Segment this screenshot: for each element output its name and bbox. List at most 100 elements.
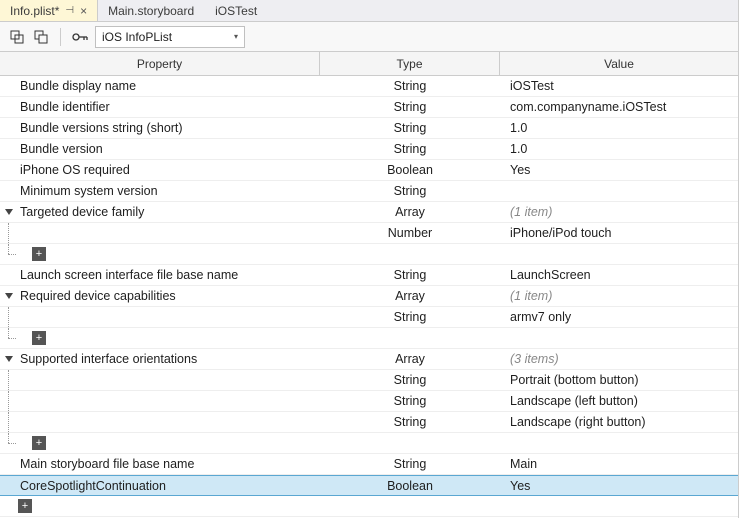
type-cell[interactable]: Boolean xyxy=(320,163,500,177)
plist-row[interactable]: iPhone OS required BooleanYes xyxy=(0,160,738,181)
value-cell[interactable]: Landscape (left button) xyxy=(500,394,738,408)
property-cell[interactable] xyxy=(0,223,320,243)
plist-row[interactable]: CoreSpotlightContinuationBooleanYes xyxy=(0,475,738,496)
collapse-toggle-icon[interactable] xyxy=(2,291,16,301)
property-cell[interactable]: + xyxy=(0,496,320,516)
property-cell[interactable] xyxy=(0,307,320,327)
plist-row[interactable]: Main storyboard file base nameStringMain xyxy=(0,454,738,475)
value-cell[interactable]: iPhone/iPod touch xyxy=(500,226,738,240)
property-cell[interactable]: + xyxy=(0,244,320,264)
type-cell[interactable]: String xyxy=(320,79,500,93)
tab-bar: Info.plist* ⊣ × Main.storyboard iOSTest xyxy=(0,0,738,22)
property-cell[interactable]: Supported interface orientations xyxy=(0,349,320,369)
key-icon[interactable] xyxy=(71,28,89,46)
property-cell[interactable]: Launch screen interface file base name xyxy=(0,265,320,285)
type-cell[interactable]: Boolean xyxy=(320,479,500,493)
value-cell[interactable]: 1.0 xyxy=(500,142,738,156)
value-cell[interactable]: (3 items) xyxy=(500,352,738,366)
type-cell[interactable]: String xyxy=(320,184,500,198)
header-property[interactable]: Property xyxy=(0,52,320,75)
type-cell[interactable]: String xyxy=(320,373,500,387)
type-cell[interactable]: String xyxy=(320,415,500,429)
close-icon[interactable]: × xyxy=(80,4,87,18)
type-cell[interactable]: String xyxy=(320,394,500,408)
property-label: iPhone OS required xyxy=(16,163,130,177)
add-row[interactable]: + xyxy=(0,328,738,349)
type-cell[interactable]: Array xyxy=(320,205,500,219)
property-cell[interactable]: Main storyboard file base name xyxy=(0,454,320,474)
plist-row[interactable]: Bundle identifierStringcom.companyname.i… xyxy=(0,97,738,118)
tab-iostest[interactable]: iOSTest xyxy=(205,0,268,21)
toolbar-separator xyxy=(60,28,61,46)
plist-row[interactable]: Supported interface orientationsArray(3 … xyxy=(0,349,738,370)
property-cell[interactable]: Bundle versions string (short) xyxy=(0,118,320,138)
add-row[interactable]: + xyxy=(0,244,738,265)
expand-all-button[interactable] xyxy=(8,28,26,46)
plist-row[interactable]: Launch screen interface file base nameSt… xyxy=(0,265,738,286)
add-item-button[interactable]: + xyxy=(18,499,32,513)
type-cell[interactable]: String xyxy=(320,100,500,114)
plist-row[interactable]: Bundle versionString1.0 xyxy=(0,139,738,160)
plist-row[interactable]: StringLandscape (left button) xyxy=(0,391,738,412)
value-cell[interactable]: armv7 only xyxy=(500,310,738,324)
property-cell[interactable] xyxy=(0,391,320,411)
type-cell[interactable]: Array xyxy=(320,352,500,366)
toolbar: iOS InfoPList ▾ xyxy=(0,22,738,52)
property-cell[interactable]: + xyxy=(0,328,320,348)
tab-main-storyboard[interactable]: Main.storyboard xyxy=(98,0,205,21)
type-cell[interactable]: Number xyxy=(320,226,500,240)
collapse-all-button[interactable] xyxy=(32,28,50,46)
value-cell[interactable]: com.companyname.iOSTest xyxy=(500,100,738,114)
value-cell[interactable]: Yes xyxy=(500,163,738,177)
plist-row[interactable]: Bundle versions string (short)String1.0 xyxy=(0,118,738,139)
add-row[interactable]: + xyxy=(0,496,738,517)
tab-info-plist[interactable]: Info.plist* ⊣ × xyxy=(0,0,98,21)
property-cell[interactable] xyxy=(0,370,320,390)
header-value[interactable]: Value xyxy=(500,52,738,75)
property-cell[interactable]: + xyxy=(0,433,320,453)
pin-icon[interactable]: ⊣ xyxy=(65,5,74,16)
value-cell[interactable]: Portrait (bottom button) xyxy=(500,373,738,387)
header-type[interactable]: Type xyxy=(320,52,500,75)
property-cell[interactable]: Bundle identifier xyxy=(0,97,320,117)
plist-row[interactable]: Bundle display nameStringiOSTest xyxy=(0,76,738,97)
value-cell[interactable]: Landscape (right button) xyxy=(500,415,738,429)
property-cell[interactable]: CoreSpotlightContinuation xyxy=(0,476,320,495)
value-cell[interactable]: 1.0 xyxy=(500,121,738,135)
value-cell[interactable]: iOSTest xyxy=(500,79,738,93)
add-item-button[interactable]: + xyxy=(32,436,46,450)
property-cell[interactable]: Required device capabilities xyxy=(0,286,320,306)
type-cell[interactable]: String xyxy=(320,268,500,282)
plist-row[interactable]: Required device capabilitiesArray(1 item… xyxy=(0,286,738,307)
value-cell[interactable]: LaunchScreen xyxy=(500,268,738,282)
type-cell[interactable]: Array xyxy=(320,289,500,303)
type-cell[interactable]: String xyxy=(320,121,500,135)
plist-row[interactable]: NumberiPhone/iPod touch xyxy=(0,223,738,244)
add-item-button[interactable]: + xyxy=(32,247,46,261)
plist-row[interactable]: StringLandscape (right button) xyxy=(0,412,738,433)
value-cell[interactable]: Yes xyxy=(500,479,738,493)
plist-row[interactable]: Minimum system versionString xyxy=(0,181,738,202)
add-item-button[interactable]: + xyxy=(32,331,46,345)
value-cell[interactable]: (1 item) xyxy=(500,289,738,303)
type-cell[interactable]: String xyxy=(320,142,500,156)
property-cell[interactable]: Bundle display name xyxy=(0,76,320,96)
add-row[interactable]: + xyxy=(0,433,738,454)
property-cell[interactable]: Minimum system version xyxy=(0,181,320,201)
property-cell[interactable]: iPhone OS required xyxy=(0,160,320,180)
value-cell[interactable]: (1 item) xyxy=(500,205,738,219)
property-cell[interactable]: Bundle version xyxy=(0,139,320,159)
plist-row[interactable]: Targeted device familyArray(1 item) xyxy=(0,202,738,223)
plist-type-dropdown[interactable]: iOS InfoPList ▾ xyxy=(95,26,245,48)
property-cell[interactable]: Targeted device family xyxy=(0,202,320,222)
column-headers: Property Type Value xyxy=(0,52,738,76)
property-cell[interactable] xyxy=(0,412,320,432)
plist-row[interactable]: Stringarmv7 only xyxy=(0,307,738,328)
value-cell[interactable]: Main xyxy=(500,457,738,471)
collapse-toggle-icon[interactable] xyxy=(2,354,16,364)
tree-guide xyxy=(2,307,16,327)
type-cell[interactable]: String xyxy=(320,310,500,324)
plist-row[interactable]: StringPortrait (bottom button) xyxy=(0,370,738,391)
collapse-toggle-icon[interactable] xyxy=(2,207,16,217)
type-cell[interactable]: String xyxy=(320,457,500,471)
